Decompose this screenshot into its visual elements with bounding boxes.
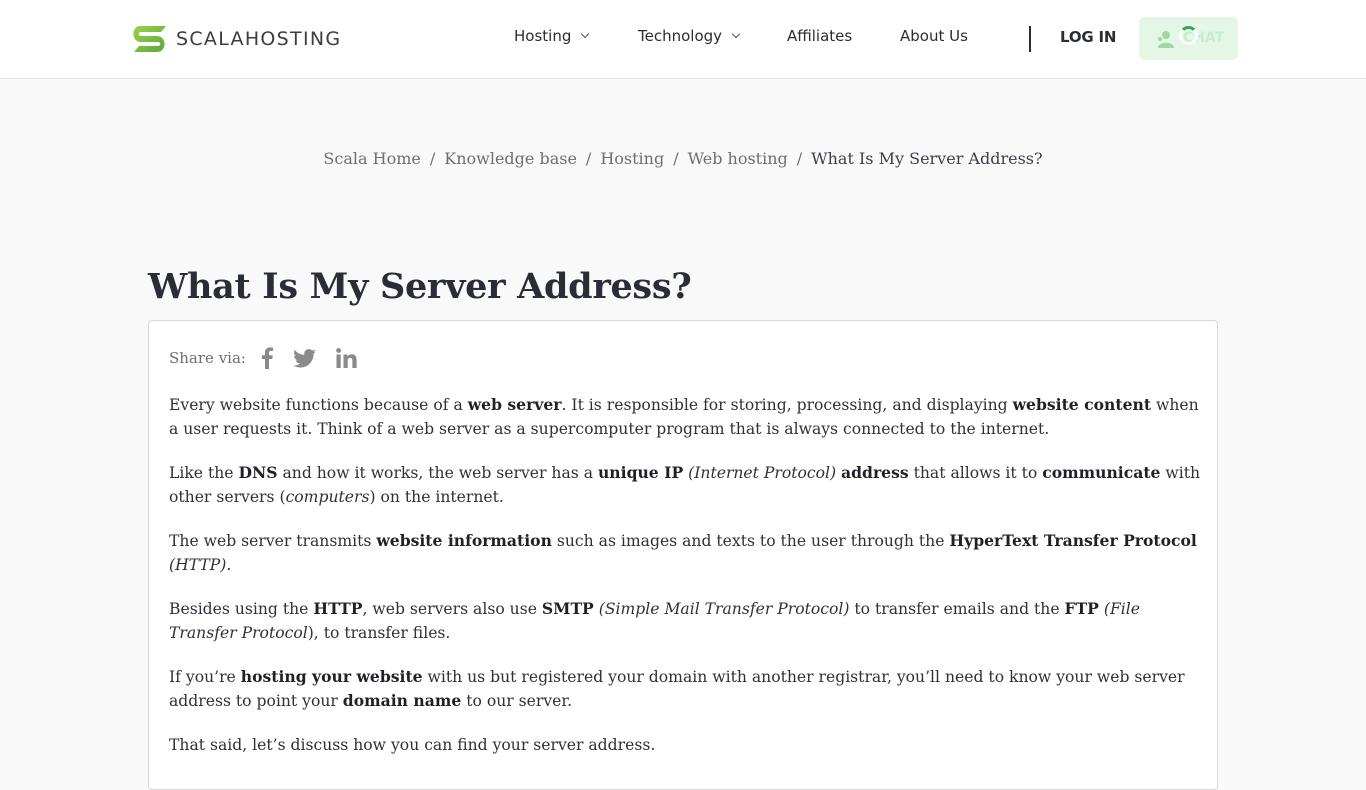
nav-divider <box>1029 26 1031 52</box>
italic-text: computers <box>285 488 370 506</box>
nav-item-technology[interactable]: Technology <box>638 27 741 45</box>
nav-item-about-us[interactable]: About Us <box>900 27 968 45</box>
text-run: The web server transmits <box>169 532 377 550</box>
bold-text: website content <box>1012 395 1152 414</box>
article-paragraph: Besides using the HTTP, web servers also… <box>169 597 1204 645</box>
text-run: Besides using the <box>169 600 314 618</box>
breadcrumb-separator: / <box>429 149 436 168</box>
nav-item-label: About Us <box>900 27 968 45</box>
logo-link[interactable]: SCALAHOSTING <box>131 24 341 54</box>
user-chat-icon <box>1158 31 1174 48</box>
bold-text: HyperText Transfer Protocol <box>949 531 1197 550</box>
text-run: If you’re <box>169 668 241 686</box>
nav-item-hosting[interactable]: Hosting <box>514 27 590 45</box>
text-run: , web servers also use <box>362 600 542 618</box>
text-run: ), to transfer files. <box>307 624 451 642</box>
nav-item-affiliates[interactable]: Affiliates <box>787 27 852 45</box>
page-title: What Is My Server Address? <box>148 266 692 307</box>
scala-logo-icon <box>133 26 166 52</box>
chevron-down-icon <box>581 29 590 39</box>
text-run: That said, let’s discuss how you can fin… <box>169 736 656 754</box>
bold-text: communicate <box>1042 463 1161 482</box>
logo-text: SCALAHOSTING <box>176 28 342 50</box>
chevron-down-icon <box>731 29 741 39</box>
loading-spinner-icon <box>1179 26 1198 45</box>
text-run: ) on the internet. <box>369 488 504 506</box>
text-run: such as images and texts to the user thr… <box>551 532 950 550</box>
bold-text: DNS <box>238 463 278 482</box>
breadcrumb-link-web-hosting[interactable]: Web hosting <box>688 149 788 168</box>
text-run: that allows it to <box>908 464 1043 482</box>
bold-text: unique IP <box>597 463 684 482</box>
article-paragraph: Every website functions because of a web… <box>169 393 1204 441</box>
breadcrumb-link-knowledge-base[interactable]: Knowledge base <box>444 149 577 168</box>
breadcrumb-link-scala-home[interactable]: Scala Home <box>323 149 420 168</box>
bold-text: HTTP <box>313 599 363 618</box>
share-bar: Share via: <box>169 347 377 369</box>
italic-text: (Simple Mail Transfer Protocol) <box>598 600 850 618</box>
breadcrumb-separator: / <box>796 149 803 168</box>
facebook-icon[interactable] <box>261 347 273 369</box>
bold-text: FTP <box>1064 599 1099 618</box>
text-run: Every website functions because of a <box>169 396 468 414</box>
text-run: to transfer emails and the <box>849 600 1065 618</box>
text-run: to our server. <box>461 692 573 710</box>
twitter-icon[interactable] <box>293 348 316 368</box>
text-run: Like the <box>169 464 239 482</box>
italic-text: (Internet Protocol) <box>688 464 837 482</box>
share-label: Share via: <box>169 349 246 367</box>
bold-text: SMTP <box>541 599 594 618</box>
article-card: Share via: Every website functions becau… <box>148 320 1218 790</box>
bold-text: address <box>841 463 909 482</box>
text-run: . It is responsible for storing, process… <box>561 396 1013 414</box>
bold-text: hosting your website <box>240 667 423 686</box>
article-paragraph: Like the DNS and how it works, the web s… <box>169 461 1204 509</box>
nav-item-label: Affiliates <box>787 27 853 45</box>
breadcrumb-link-hosting[interactable]: Hosting <box>600 149 664 168</box>
bold-text: web server <box>467 395 562 414</box>
breadcrumb-separator: / <box>585 149 592 168</box>
linkedin-icon[interactable] <box>336 348 357 368</box>
article-paragraph: That said, let’s discuss how you can fin… <box>169 733 1204 757</box>
site-header: SCALAHOSTING Hosting Technology Affiliat… <box>0 0 1366 79</box>
text-run: and how it works, the web server has a <box>277 464 598 482</box>
breadcrumb: Scala Home / Knowledge base / Hosting / Web ho… <box>0 149 1366 168</box>
italic-text: (HTTP). <box>169 556 232 574</box>
bold-text: domain name <box>342 691 462 710</box>
article-paragraph: If you’re hosting your website with us b… <box>169 665 1204 713</box>
article-paragraph: The web server transmits website informa… <box>169 529 1204 577</box>
article-body: Every website functions because of a web… <box>169 393 1204 777</box>
nav-item-label: Hosting <box>514 27 572 45</box>
breadcrumb-separator: / <box>673 149 679 168</box>
nav-item-label: Technology <box>638 27 723 45</box>
bold-text: website information <box>376 531 552 550</box>
chat-button[interactable]: CHAT <box>1139 17 1238 60</box>
login-button[interactable]: LOG IN <box>1060 28 1116 46</box>
breadcrumb-current: What Is My Server Address? <box>811 149 1043 168</box>
